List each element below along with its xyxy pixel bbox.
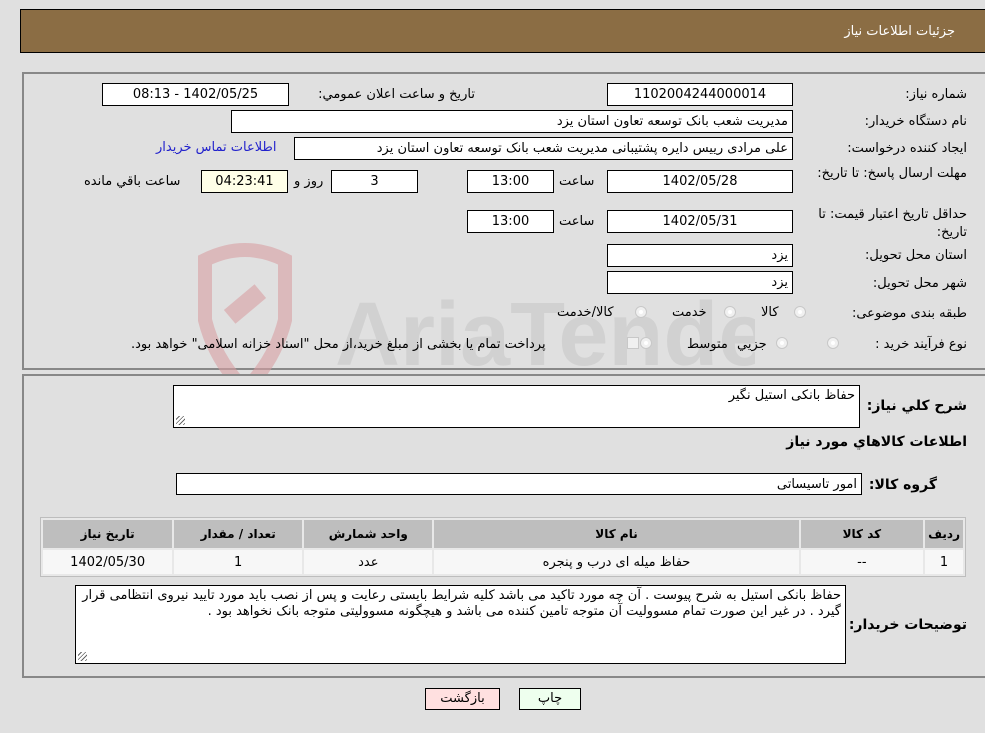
buyer-notes-label: توضیحات خریدار:	[848, 617, 967, 633]
resize-grip-icon[interactable]	[78, 652, 87, 661]
delivery-province-field: یزد	[607, 244, 793, 267]
goods-section-title: اطلاعات كالاهاي مورد نياز	[786, 434, 967, 450]
cell-unit: عدد	[304, 550, 433, 574]
cell-row-number: 1	[925, 550, 963, 574]
category-option-goods: کالا	[761, 305, 779, 320]
resize-grip-icon[interactable]	[176, 416, 185, 425]
buyer-notes-text: حفاظ بانکی استیل به شرح پیوست . آن چه مو…	[82, 588, 841, 619]
need-number-label: شماره نیاز:	[905, 87, 967, 102]
cell-quantity: 1	[174, 550, 303, 574]
print-button[interactable]: چاپ	[519, 688, 581, 710]
days-label: روز و	[294, 174, 324, 189]
category-label: طبقه بندی موضوعی:	[851, 306, 967, 321]
price-time-label: ساعت	[559, 214, 595, 229]
price-validity-time: 13:00	[467, 210, 554, 233]
category-radio-goods[interactable]	[794, 306, 806, 318]
purchase-radio-minor-2[interactable]	[776, 337, 788, 349]
price-validity-label: حداقل تاریخ اعتبار قیمت: تا تاریخ:	[818, 207, 967, 240]
col-goods-code: کد کالا	[800, 520, 924, 548]
page-title: جزئيات اطلاعات نياز	[844, 24, 955, 39]
purchase-radio-minor[interactable]	[827, 337, 839, 349]
announce-datetime-field: 1402/05/25 - 08:13	[102, 83, 289, 106]
delivery-city-label: شهر محل تحویل:	[872, 276, 967, 291]
goods-group-field: امور تاسیساتی	[176, 473, 862, 495]
description-text: حفاظ بانکی استیل نگیر	[728, 388, 855, 403]
announce-datetime-label: تاریخ و ساعت اعلان عمومي:	[318, 87, 475, 102]
remaining-time-field: 04:23:41	[201, 170, 288, 193]
reply-deadline-date: 1402/05/28	[607, 170, 793, 193]
reply-deadline-label: مهلت ارسال پاسخ: تا تاریخ:	[817, 166, 967, 181]
requester-field: علی مرادی رییس دایره پشتیبانی مدیریت شعب…	[294, 137, 793, 160]
purchase-option-minor: جزيي	[737, 337, 767, 352]
purchase-radio-medium[interactable]	[640, 337, 652, 349]
table-header-row: ردیف کد کالا نام کالا واحد شمارش تعداد /…	[43, 520, 963, 548]
reply-time-label: ساعت	[559, 174, 595, 189]
buyer-org-field: مدیریت شعب بانک توسعه تعاون استان یزد	[231, 110, 793, 133]
requester-label: ایجاد کننده درخواست:	[847, 141, 967, 156]
back-button[interactable]: بازگشت	[425, 688, 500, 710]
table-row: 1 -- حفاظ میله ای درب و پنجره عدد 1 1402…	[43, 550, 963, 574]
treasury-bonds-checkbox[interactable]	[627, 337, 639, 349]
category-option-service: خدمت	[672, 305, 707, 320]
treasury-bonds-text: پرداخت تمام یا بخشی از مبلغ خرید،از محل …	[131, 337, 546, 352]
reply-deadline-time: 13:00	[467, 170, 554, 193]
delivery-city-field: یزد	[607, 271, 793, 294]
col-row-number: ردیف	[925, 520, 963, 548]
cell-goods-name: حفاظ میله ای درب و پنجره	[434, 550, 799, 574]
buyer-contact-link[interactable]: اطلاعات تماس خریدار	[156, 140, 276, 155]
goods-group-label: گروه کالا:	[868, 477, 937, 493]
cell-need-date: 1402/05/30	[43, 550, 173, 574]
delivery-province-label: استان محل تحویل:	[865, 248, 967, 263]
buyer-notes-textarea[interactable]: حفاظ بانکی استیل به شرح پیوست . آن چه مو…	[75, 585, 846, 664]
need-number-field: 1102004244000014	[607, 83, 793, 106]
purchase-option-medium: متوسط	[687, 337, 728, 352]
page-header: جزئيات اطلاعات نياز	[20, 9, 985, 53]
remaining-time-label: ساعت باقي مانده	[84, 174, 181, 189]
col-unit: واحد شمارش	[304, 520, 433, 548]
col-goods-name: نام کالا	[434, 520, 799, 548]
purchase-type-label: نوع فرآیند خرید :	[875, 337, 967, 352]
description-textarea[interactable]: حفاظ بانکی استیل نگیر	[173, 385, 860, 428]
items-table: ردیف کد کالا نام کالا واحد شمارش تعداد /…	[40, 517, 966, 577]
cell-goods-code: --	[800, 550, 924, 574]
price-validity-date: 1402/05/31	[607, 210, 793, 233]
description-label: شرح كلي نياز:	[866, 398, 967, 414]
remaining-days-field: 3	[331, 170, 418, 193]
category-radio-goods-service[interactable]	[635, 306, 647, 318]
category-radio-service[interactable]	[724, 306, 736, 318]
buyer-org-label: نام دستگاه خریدار:	[864, 114, 967, 129]
col-need-date: تاریخ نیاز	[43, 520, 173, 548]
category-option-goods-service: کالا/خدمت	[557, 305, 614, 320]
col-quantity: تعداد / مقدار	[174, 520, 303, 548]
